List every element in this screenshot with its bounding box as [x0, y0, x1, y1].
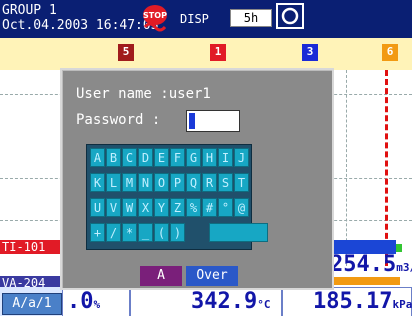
key-button[interactable]: @ [234, 198, 249, 217]
readout-value: 342.9 [191, 289, 258, 314]
status-header: GROUP 1 Oct.04.2003 16:47:03 STOP DISP 5… [0, 0, 412, 38]
key-button[interactable]: Y [154, 198, 169, 217]
readout-unit: m3/h [396, 261, 412, 274]
key-button[interactable]: W [122, 198, 137, 217]
key-button[interactable]: / [106, 223, 121, 242]
group-name: GROUP 1 [2, 3, 57, 18]
time-span-box[interactable]: 5h [230, 9, 272, 27]
key-button[interactable]: B [106, 148, 121, 167]
key-button[interactable]: % [186, 198, 201, 217]
display-mode-button[interactable]: A/a/1 [2, 293, 62, 315]
key-button[interactable]: O [154, 173, 169, 192]
key-button[interactable]: + [90, 223, 105, 242]
channel-marker-6: 6 [382, 44, 398, 61]
channel-marker-3: 3 [302, 44, 318, 61]
key-button[interactable]: N [138, 173, 153, 192]
user-name-label: User name :user1 [76, 86, 211, 102]
key-button[interactable]: ° [218, 198, 233, 217]
key-button[interactable]: E [154, 148, 169, 167]
password-input[interactable] [186, 110, 240, 132]
key-button[interactable]: X [138, 198, 153, 217]
scale-mark-bar [0, 38, 412, 70]
key-button[interactable]: V [106, 198, 121, 217]
key-button[interactable]: Q [186, 173, 201, 192]
key-button[interactable]: G [186, 148, 201, 167]
key-button[interactable]: U [90, 198, 105, 217]
login-dialog: User name :user1 Password : ABCDEFGHIJKL… [60, 68, 334, 290]
key-button[interactable]: A [90, 148, 105, 167]
svg-text:STOP: STOP [143, 11, 167, 20]
soft-keyboard: A B C D E F G H I J K L M N O P Q R S T U V W X Y Z% # ° @ + / * _() [86, 144, 268, 250]
bar-graph-indicator [396, 244, 402, 252]
readout-ch1: 342.9°C [130, 287, 282, 316]
readout-ch4: 185.17kPa [282, 287, 412, 316]
key-button[interactable]: T [234, 173, 249, 192]
readout-unit: °C [257, 298, 271, 311]
key-button[interactable]: ) [170, 223, 185, 242]
grid-line [346, 70, 347, 266]
key-button[interactable]: H [202, 148, 217, 167]
disp-label: DISP [180, 12, 209, 26]
channel-marker-1: 1 [210, 44, 226, 61]
memory-card-icon [276, 3, 304, 29]
key-button[interactable]: S [218, 173, 233, 192]
key-button[interactable]: R [202, 173, 217, 192]
key-button[interactable]: F [170, 148, 185, 167]
key-button[interactable]: L [106, 173, 121, 192]
key-button[interactable]: D [138, 148, 153, 167]
readout-unit: kPa [392, 298, 412, 311]
key-button[interactable]: J [234, 148, 249, 167]
trend-line-ch6 [385, 70, 388, 266]
channel-marker-5: 5 [118, 44, 134, 61]
readout-ch2: .0% [62, 287, 130, 316]
bar-graph-ch6 [330, 277, 400, 285]
key-button[interactable]: K [90, 173, 105, 192]
overwrite-button[interactable]: Over [186, 266, 238, 286]
key-button[interactable]: I [218, 148, 233, 167]
readout-ch3: 254.5m3/h [330, 254, 412, 279]
date-time: Oct.04.2003 16:47:03 [2, 18, 159, 33]
key-button[interactable]: Z [170, 198, 185, 217]
text-cursor [189, 113, 195, 129]
channel-tag-ti101: TI-101 [0, 240, 66, 254]
readout-unit: % [93, 298, 101, 311]
key-button[interactable]: P [170, 173, 185, 192]
readout-value: .0 [67, 289, 94, 314]
key-button[interactable]: M [122, 173, 137, 192]
recorder-screen: GROUP 1 Oct.04.2003 16:47:03 STOP DISP 5… [0, 0, 412, 316]
readout-value: 254.5 [330, 252, 397, 277]
key-button[interactable]: * [122, 223, 137, 242]
readout-value: 185.17 [313, 289, 393, 314]
password-label: Password : [76, 112, 161, 128]
key-button[interactable]: # [202, 198, 217, 217]
key-space-button[interactable] [209, 223, 268, 242]
key-button[interactable]: ( [154, 223, 169, 242]
key-button[interactable]: C [122, 148, 137, 167]
key-button[interactable]: _ [138, 223, 153, 242]
input-mode-button[interactable]: A [140, 266, 182, 286]
stop-icon: STOP [143, 5, 167, 32]
